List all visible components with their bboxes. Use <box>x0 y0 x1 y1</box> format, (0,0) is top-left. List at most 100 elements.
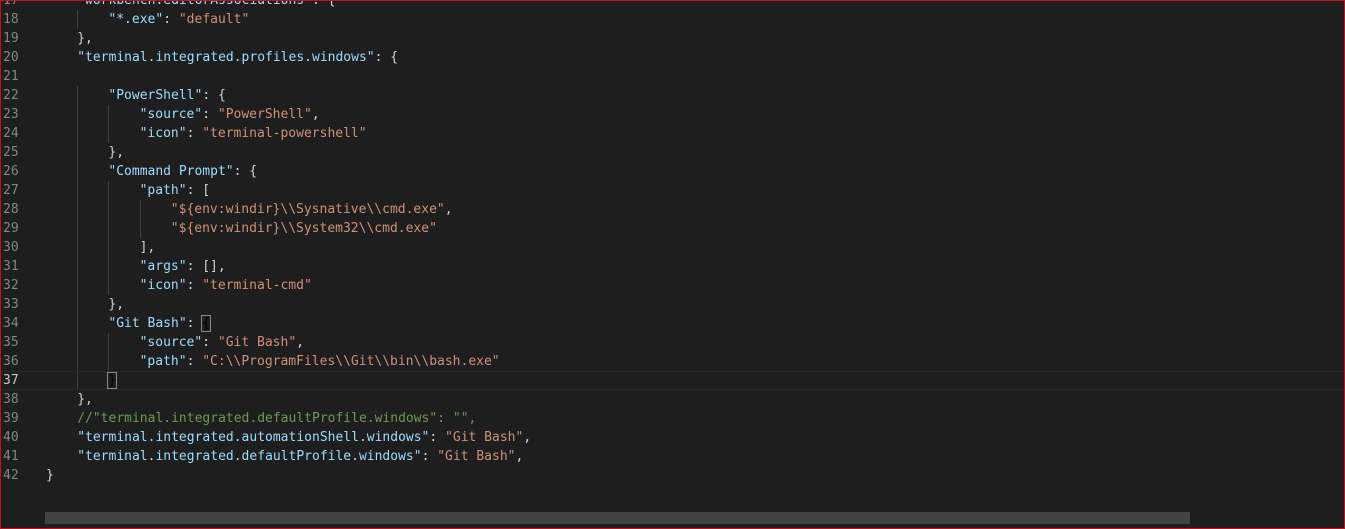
indent-guide <box>77 276 79 295</box>
code-line[interactable]: 41 "terminal.integrated.defaultProfile.wi… <box>1 447 1344 466</box>
line-number: 39 <box>3 411 19 426</box>
code-line[interactable]: 29 "${env:windir}\\System32\\cmd.exe" <box>1 219 1344 238</box>
line-number: 24 <box>3 126 19 141</box>
code-line[interactable]: 38}, <box>1 390 1344 409</box>
line-number: 31 <box>3 259 19 274</box>
code-line[interactable]: 26 "Command Prompt": { <box>1 162 1344 181</box>
line-number: 32 <box>3 278 19 293</box>
code-text: }, <box>108 295 124 314</box>
json-key: "PowerShell" <box>108 88 203 103</box>
indent-guide <box>77 143 79 162</box>
code-text: "source": "PowerShell", <box>140 105 320 124</box>
code-line[interactable]: 22 "PowerShell": { <box>1 86 1344 105</box>
code-line[interactable]: 42} <box>1 466 1344 485</box>
punctuation: : { <box>374 50 399 65</box>
punctuation: : [ <box>186 183 211 198</box>
line-number: 35 <box>3 335 19 350</box>
json-key: "terminal.integrated.profiles.windows" <box>77 50 375 65</box>
code-text: //"terminal.integrated.defaultProfile.wi… <box>77 409 476 428</box>
code-line[interactable]: 20 "terminal.integrated.profiles.windows"… <box>1 48 1344 67</box>
code-text: }, <box>77 29 93 48</box>
code-text: "Command Prompt": { <box>108 162 257 181</box>
indent-guide <box>77 333 79 352</box>
code-line[interactable]: 19}, <box>1 29 1344 48</box>
line-number: 37 <box>3 373 19 388</box>
line-number: 17 <box>3 0 19 8</box>
punctuation: }, <box>77 31 93 46</box>
punctuation: : <box>186 316 203 331</box>
code-line[interactable]: 32 "icon": "terminal-cmd" <box>1 276 1344 295</box>
code-line[interactable]: 21 <box>1 67 1344 86</box>
code-line[interactable]: 23 "source": "PowerShell", <box>1 105 1344 124</box>
line-number: 41 <box>3 449 19 464</box>
indent-guide <box>77 162 79 181</box>
code-line[interactable]: 35 "source": "Git Bash", <box>1 333 1344 352</box>
line-number: 25 <box>3 145 19 160</box>
line-number: 33 <box>3 297 19 312</box>
line-number: 21 <box>3 69 19 84</box>
indent-guide <box>108 200 110 219</box>
code-line[interactable]: 37} <box>1 371 1344 390</box>
punctuation: : <box>163 12 179 27</box>
json-string: "${env:windir}\\System32\\cmd.exe" <box>170 221 437 236</box>
code-text: }, <box>108 143 124 162</box>
indent-guide <box>77 200 79 219</box>
json-string: "C:\\ProgramFiles\\Git\\bin\\bash.exe" <box>202 354 500 369</box>
horizontal-scrollbar[interactable] <box>45 512 1190 524</box>
json-string: "PowerShell" <box>217 107 312 122</box>
code-line[interactable]: 31 "args": [], <box>1 257 1344 276</box>
code-line[interactable]: 36 "path": "C:\\ProgramFiles\\Git\\bin\\b… <box>1 352 1344 371</box>
code-text: "terminal.integrated.automationShell.win… <box>77 428 531 447</box>
indent-guide <box>77 238 79 257</box>
indent-guide <box>77 314 79 333</box>
code-text: "${env:windir}\\Sysnative\\cmd.exe", <box>171 200 453 219</box>
indent-guide <box>77 257 79 276</box>
code-text: }, <box>77 390 93 409</box>
indent-guide <box>77 295 79 314</box>
punctuation: : <box>186 126 203 141</box>
punctuation: , <box>523 430 532 445</box>
code-text: "terminal.integrated.defaultProfile.wind… <box>77 447 523 466</box>
punctuation: , <box>444 202 453 217</box>
punctuation: : <box>429 430 446 445</box>
code-line[interactable]: 39 //"terminal.integrated.defaultProfile.… <box>1 409 1344 428</box>
punctuation: : <box>421 449 438 464</box>
code-line[interactable]: 25}, <box>1 143 1344 162</box>
punctuation: : <box>186 354 203 369</box>
code-line[interactable]: 40 "terminal.integrated.automationShell.w… <box>1 428 1344 447</box>
punctuation: , <box>515 449 524 464</box>
json-string: "Git Bash" <box>217 335 297 350</box>
line-number: 28 <box>3 202 19 217</box>
code-text: "terminal.integrated.profiles.windows": … <box>77 48 398 67</box>
code-line[interactable]: 34 "Git Bash": { <box>1 314 1344 333</box>
punctuation: : { <box>312 0 336 8</box>
code-text: "workbench.editorAssociations": { <box>77 0 336 10</box>
code-line[interactable]: 28 "${env:windir}\\Sysnative\\cmd.exe", <box>1 200 1344 219</box>
indent-guide <box>77 86 79 105</box>
code-text: "path": [ <box>140 181 210 200</box>
code-lines: 17 "workbench.editorAssociations": {18 "*.… <box>1 0 1344 485</box>
json-key: "terminal.integrated.automationShell.win… <box>77 430 430 445</box>
code-line[interactable]: 33}, <box>1 295 1344 314</box>
json-key: "source" <box>139 107 203 122</box>
punctuation: : [], <box>186 259 226 274</box>
indent-guide <box>108 352 110 371</box>
indent-guide <box>77 352 79 371</box>
json-string: "Git Bash" <box>437 449 516 464</box>
code-editor[interactable]: 17 "workbench.editorAssociations": {18 "*.… <box>0 0 1345 529</box>
json-key: "icon" <box>139 278 187 293</box>
indent-guide <box>77 219 79 238</box>
line-number: 29 <box>3 221 19 236</box>
punctuation: }, <box>108 145 125 160</box>
code-line[interactable]: 27 "path": [ <box>1 181 1344 200</box>
code-line[interactable]: 17 "workbench.editorAssociations": { <box>1 0 1344 10</box>
code-text: "*.exe": "default" <box>108 10 249 29</box>
code-line[interactable]: 24 "icon": "terminal-powershell" <box>1 124 1344 143</box>
punctuation: : <box>202 107 218 122</box>
line-number: 19 <box>3 31 19 46</box>
indent-guide <box>108 276 110 295</box>
code-line[interactable]: 18 "*.exe": "default" <box>1 10 1344 29</box>
json-key: "workbench.editorAssociations" <box>77 0 312 8</box>
punctuation: : <box>186 278 203 293</box>
code-line[interactable]: 30], <box>1 238 1344 257</box>
